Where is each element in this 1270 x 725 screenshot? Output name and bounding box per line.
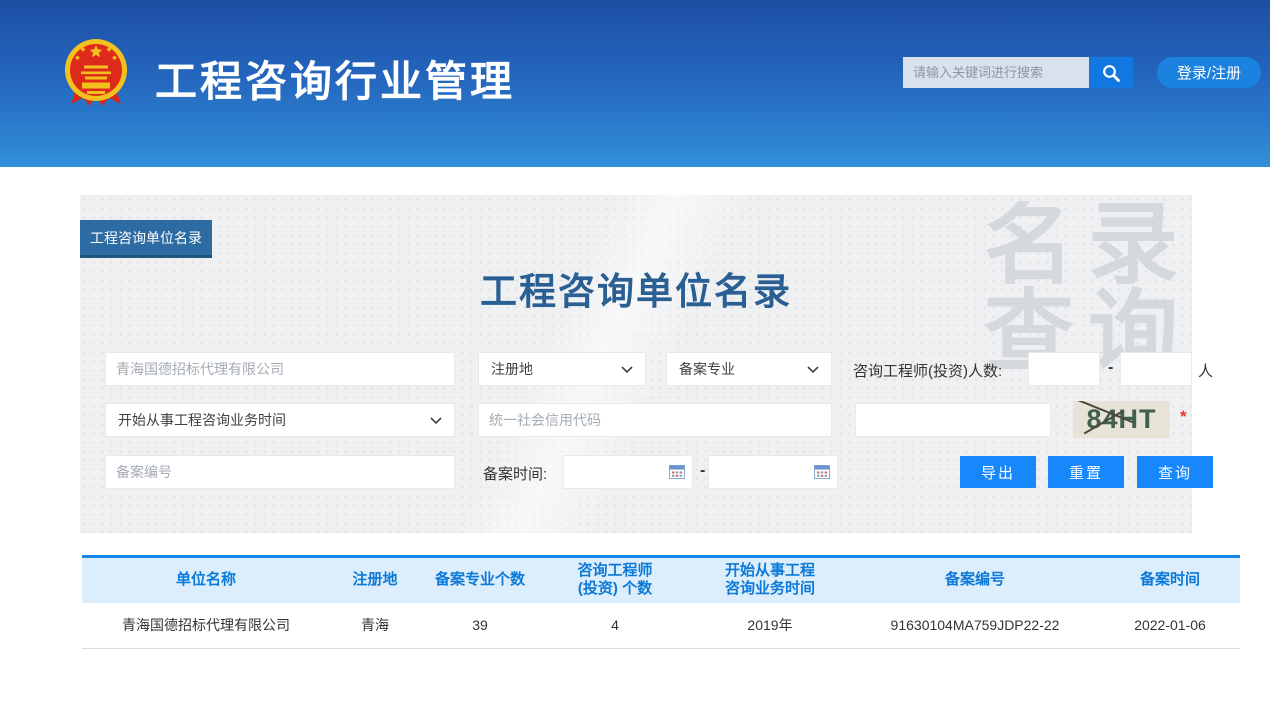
col-unit-name: 单位名称 xyxy=(82,557,330,603)
captcha-image[interactable]: 84HT xyxy=(1073,401,1170,438)
date-separator: - xyxy=(700,462,705,480)
credit-code-input[interactable] xyxy=(478,403,832,437)
col-engineer-count: 咨询工程师(投资) 个数 xyxy=(540,557,690,603)
col-specialty-count: 备案专业个数 xyxy=(420,557,540,603)
engineer-count-label: 咨询工程师(投资)人数: xyxy=(853,360,1002,381)
table-row[interactable]: 青海国德招标代理有限公司 青海 39 4 2019年 91630104MA759… xyxy=(82,603,1240,649)
start-time-select[interactable]: 开始从事工程咨询业务时间 xyxy=(105,403,455,437)
tab-unit-directory[interactable]: 工程咨询单位名录 xyxy=(80,220,212,258)
required-mark: * xyxy=(1180,407,1187,427)
chevron-down-icon xyxy=(621,366,633,373)
chevron-down-icon xyxy=(430,417,442,424)
national-emblem-logo xyxy=(63,36,129,108)
login-register-button[interactable]: 登录/注册 xyxy=(1157,57,1261,88)
record-time-end-field xyxy=(708,455,838,489)
cell-region: 青海 xyxy=(330,603,420,649)
start-time-select-value: 开始从事工程咨询业务时间 xyxy=(118,410,286,430)
record-time-label: 备案时间: xyxy=(483,463,547,484)
page: 工程咨询行业管理 登录/注册 名录 查询 工程咨询单位名录 工程咨询单位名录 注… xyxy=(0,0,1270,725)
col-record-time: 备案时间 xyxy=(1100,557,1240,603)
region-select[interactable]: 注册地 xyxy=(478,352,646,386)
keyword-search-input[interactable] xyxy=(903,57,1089,88)
record-number-input[interactable] xyxy=(105,455,455,489)
record-time-start-input[interactable] xyxy=(563,455,693,489)
record-time-start-field xyxy=(563,455,693,489)
export-button[interactable]: 导出 xyxy=(960,456,1036,488)
col-record-number: 备案编号 xyxy=(850,557,1100,603)
magnifier-icon xyxy=(1101,63,1121,83)
engineer-count-max-input[interactable] xyxy=(1120,352,1192,386)
query-button[interactable]: 查询 xyxy=(1137,456,1213,488)
site-title: 工程咨询行业管理 xyxy=(155,48,515,109)
range-separator: - xyxy=(1108,359,1113,377)
page-title: 工程咨询单位名录 xyxy=(80,261,1192,315)
specialty-select-value: 备案专业 xyxy=(679,359,735,379)
cell-unit-name: 青海国德招标代理有限公司 xyxy=(82,603,330,649)
cell-record-number: 91630104MA759JDP22-22 xyxy=(850,603,1100,649)
search-button[interactable] xyxy=(1089,57,1133,88)
chevron-down-icon xyxy=(807,366,819,373)
col-start-time: 开始从事工程咨询业务时间 xyxy=(690,557,850,603)
person-unit-label: 人 xyxy=(1198,360,1213,381)
results-table: 单位名称 注册地 备案专业个数 咨询工程师(投资) 个数 开始从事工程咨询业务时… xyxy=(82,555,1240,649)
site-header: 工程咨询行业管理 登录/注册 xyxy=(0,0,1270,167)
company-name-input[interactable] xyxy=(105,352,455,386)
col-region: 注册地 xyxy=(330,557,420,603)
record-time-end-input[interactable] xyxy=(708,455,838,489)
region-select-value: 注册地 xyxy=(491,359,533,379)
cell-specialty-count: 39 xyxy=(420,603,540,649)
captcha-input[interactable] xyxy=(855,403,1051,437)
cell-start-time: 2019年 xyxy=(690,603,850,649)
cell-record-time: 2022-01-06 xyxy=(1100,603,1240,649)
engineer-count-min-input[interactable] xyxy=(1028,352,1100,386)
header-search xyxy=(903,57,1133,88)
cell-engineer-count: 4 xyxy=(540,603,690,649)
table-header-row: 单位名称 注册地 备案专业个数 咨询工程师(投资) 个数 开始从事工程咨询业务时… xyxy=(82,557,1240,603)
query-panel: 名录 查询 工程咨询单位名录 工程咨询单位名录 注册地 备案专业 咨询工程师(投… xyxy=(80,195,1192,533)
reset-button[interactable]: 重置 xyxy=(1048,456,1124,488)
specialty-select[interactable]: 备案专业 xyxy=(666,352,832,386)
